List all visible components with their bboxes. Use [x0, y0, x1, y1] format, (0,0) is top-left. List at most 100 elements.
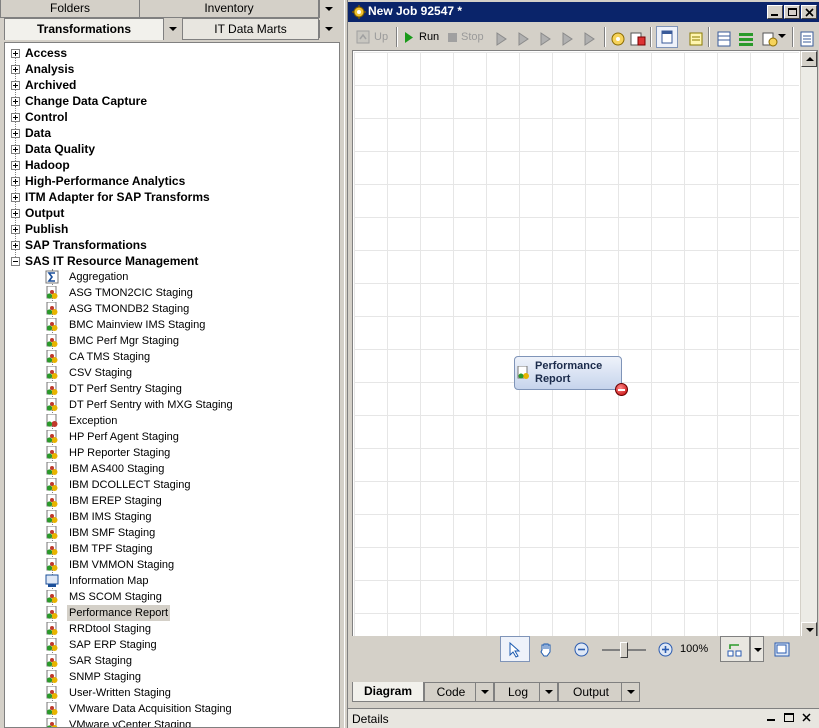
tab-it-data-marts[interactable]: IT Data Marts [182, 18, 319, 40]
run-icon [405, 32, 413, 43]
zoom-slider-thumb[interactable] [620, 642, 628, 658]
diagram-view-toggle[interactable] [656, 26, 678, 48]
notes-icon[interactable] [688, 29, 704, 49]
tree-group-label: SAP Transformations [25, 238, 147, 252]
auto-arrange-button[interactable] [720, 636, 750, 662]
expand-icon[interactable] [11, 113, 20, 122]
zoom-in-icon[interactable] [658, 642, 673, 657]
list-view-icon[interactable] [800, 29, 814, 49]
transform-icon [45, 381, 59, 396]
stop-icon [448, 33, 457, 42]
expand-icon[interactable] [11, 97, 20, 106]
transformations-dropdown-button[interactable] [163, 20, 181, 38]
details-maximize-button[interactable] [784, 713, 794, 722]
node-output-port[interactable] [615, 383, 628, 396]
transformations-tree[interactable]: Access Analysis Archived Change Data Captur… [4, 42, 340, 728]
up-button[interactable]: Up [356, 27, 392, 47]
inventory-dropdown-button[interactable] [319, 0, 337, 18]
hand-pan-icon[interactable] [538, 641, 554, 657]
select-tool-button[interactable] [500, 636, 530, 662]
data-icon[interactable] [630, 29, 646, 49]
arrange-dropdown-button[interactable] [750, 636, 764, 662]
export-icon[interactable] [762, 29, 778, 49]
expand-icon[interactable] [11, 81, 20, 90]
expand-icon[interactable] [11, 193, 20, 202]
columns-icon[interactable] [716, 29, 732, 49]
expand-icon[interactable] [11, 145, 20, 154]
scroll-up-button[interactable] [801, 51, 817, 67]
tree-item-label: IBM DCOLLECT Staging [69, 479, 191, 491]
close-button[interactable] [801, 5, 817, 19]
toolbar-separator [792, 27, 794, 47]
expand-icon[interactable] [11, 241, 20, 250]
information-map-icon [45, 574, 59, 588]
tree-item-label: CSV Staging [69, 367, 132, 379]
collapse-icon[interactable] [11, 257, 20, 266]
expand-icon[interactable] [11, 177, 20, 186]
tree-item-label: DT Perf Sentry Staging [69, 383, 182, 395]
tab-output[interactable]: Output [558, 682, 640, 702]
expand-icon[interactable] [11, 209, 20, 218]
layout-icon[interactable] [738, 29, 754, 49]
maximize-button[interactable] [784, 5, 800, 19]
toolbar-separator [650, 27, 652, 47]
expand-icon[interactable] [11, 225, 20, 234]
performance-report-node[interactable]: Performance Report [514, 356, 628, 396]
tab-diagram[interactable]: Diagram [352, 682, 424, 702]
tree-item-label: BMC Perf Mgr Staging [69, 335, 180, 347]
log-dropdown-button[interactable] [539, 683, 557, 701]
diagram-area[interactable]: Performance Report [352, 50, 818, 654]
tree-group-label: Analysis [25, 62, 75, 76]
code-dropdown-button[interactable] [475, 683, 493, 701]
export-dropdown-button[interactable] [778, 32, 786, 40]
expand-icon[interactable] [11, 161, 20, 170]
diagram-canvas[interactable]: Performance Report [354, 52, 799, 638]
up-icon [356, 30, 370, 44]
transform-icon [45, 349, 59, 364]
stop-button[interactable]: Stop [448, 27, 490, 47]
tab-code[interactable]: Code [424, 682, 494, 702]
tree-item-label: VMware vCenter Staging [69, 719, 192, 728]
tab-inventory[interactable]: Inventory [139, 0, 319, 18]
tree-item-label: Exception [69, 415, 118, 427]
zoom-out-icon[interactable] [574, 642, 589, 657]
properties-icon[interactable] [610, 29, 626, 49]
tree-item-label: MS SCOM Staging [69, 591, 162, 603]
exception-icon [45, 413, 59, 428]
step-out-icon[interactable] [538, 29, 554, 49]
tree-item-label: RRDtool Staging [69, 623, 151, 635]
it-data-marts-dropdown-button[interactable] [319, 20, 337, 38]
zoom-toolbar: 100% [352, 636, 818, 674]
details-minimize-button[interactable] [767, 719, 775, 721]
minimize-button[interactable] [767, 5, 783, 19]
step-into-icon[interactable] [516, 29, 532, 49]
expand-icon[interactable] [11, 65, 20, 74]
vertical-scrollbar[interactable] [800, 51, 817, 638]
run-button[interactable]: Run [404, 27, 442, 47]
output-dropdown-button[interactable] [621, 683, 639, 701]
expand-icon[interactable] [11, 129, 20, 138]
toolbar-separator [708, 27, 710, 47]
step-over-icon[interactable] [494, 29, 510, 49]
transform-icon [517, 366, 529, 379]
breakpoint-icon[interactable] [560, 29, 576, 49]
transformations-panel: Folders Inventory Transformations IT Dat… [0, 0, 344, 728]
transform-icon [45, 541, 59, 556]
arrange-icon [727, 644, 742, 657]
tree-item-label: SAP ERP Staging [69, 639, 157, 651]
toolbar-separator [396, 27, 398, 47]
overview-icon[interactable] [774, 642, 790, 657]
tab-folders[interactable]: Folders [0, 0, 140, 18]
details-close-icon[interactable] [802, 713, 811, 722]
tree-item-label: SAR Staging [69, 655, 132, 667]
continue-icon[interactable] [582, 29, 598, 49]
zoom-level-text: 100% [680, 643, 709, 655]
transform-icon [45, 621, 59, 636]
tab-transformations[interactable]: Transformations [4, 18, 164, 40]
zoom-slider[interactable] [602, 642, 646, 658]
second-tab-row: Transformations IT Data Marts [0, 18, 344, 41]
tab-log[interactable]: Log [494, 682, 558, 702]
transform-icon [45, 525, 59, 540]
expand-icon[interactable] [11, 49, 20, 58]
transform-icon [45, 365, 59, 380]
